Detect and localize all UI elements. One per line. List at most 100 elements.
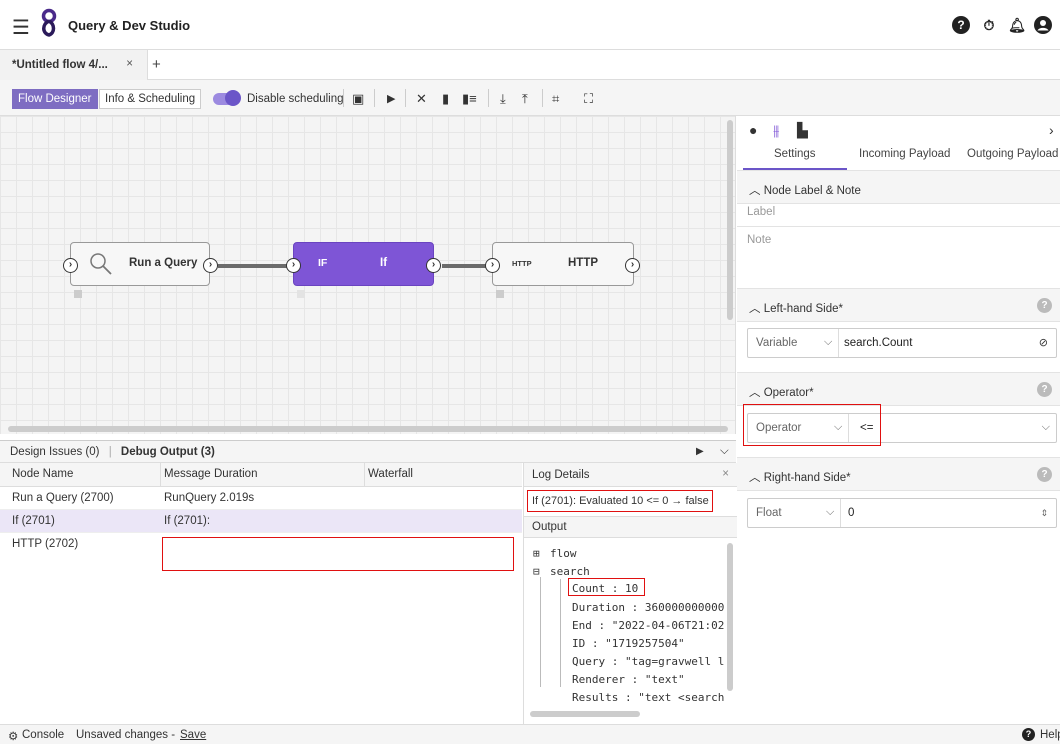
highlight-box: [162, 537, 514, 571]
flow-toolbar: Flow Designer Info & Scheduling Disable …: [0, 80, 1060, 116]
note-icon[interactable]: [496, 290, 504, 298]
highlight-box: [568, 578, 645, 596]
save-icon[interactable]: ▣: [352, 91, 364, 107]
node-http[interactable]: HTTP HTTP: [492, 242, 634, 286]
tab-settings[interactable]: Settings: [774, 148, 816, 160]
clear-icon[interactable]: ✕: [416, 91, 427, 107]
help-icon[interactable]: ?: [1037, 382, 1052, 397]
palette-icon[interactable]: ●: [749, 122, 757, 138]
log-details-title: Log Details: [532, 469, 590, 481]
stepper-icon[interactable]: ⇕: [1040, 508, 1048, 519]
bell-icon[interactable]: 🔔︎: [1008, 16, 1026, 34]
help-icon[interactable]: ?: [1037, 467, 1052, 482]
chevron-down-icon[interactable]: ⌵: [720, 445, 729, 458]
flow-canvas[interactable]: Run a Query › › IF If › › HTTP HTTP › ›: [0, 116, 736, 434]
node-name-cell: Run a Query (2700): [12, 492, 114, 504]
rhs-type-select[interactable]: Float: [756, 507, 782, 519]
unsaved-status: Unsaved changes -: [76, 729, 176, 741]
disable-scheduling-toggle[interactable]: [213, 90, 241, 106]
settings-sliders-icon[interactable]: ⫵: [773, 122, 779, 139]
chevron-down-icon[interactable]: ⌵: [824, 336, 832, 349]
debug-tabs: Design Issues (0) | Debug Output (3) ▶ ⌵: [0, 441, 736, 463]
eye-slash-icon[interactable]: ⊘: [1039, 336, 1048, 349]
node-input-port[interactable]: ›: [286, 258, 301, 273]
debug-table-header: Node Name Message Duration Waterfall: [0, 463, 522, 487]
rhs-field[interactable]: Float ⌵ 0 ⇕: [747, 498, 1057, 528]
node-run-a-query[interactable]: Run a Query: [70, 242, 210, 286]
tree-leaf: Duration : 360000000000: [572, 601, 725, 614]
http-icon: HTTP: [512, 259, 532, 268]
log-horizontal-scrollbar[interactable]: [530, 711, 640, 717]
section-title: Right-hand Side*: [763, 472, 851, 484]
chevron-right-icon[interactable]: ›: [1049, 122, 1054, 138]
lhs-type-select[interactable]: Variable: [756, 337, 797, 349]
lhs-section-header[interactable]: ︿ Left-hand Side* ?: [737, 288, 1060, 322]
tree-node-flow[interactable]: flow: [550, 547, 577, 560]
tab-close-icon[interactable]: ×: [126, 58, 133, 70]
run-icon[interactable]: ▶: [387, 92, 395, 105]
tab-design-issues[interactable]: Design Issues (0): [10, 446, 99, 458]
info-scheduling-button[interactable]: Info & Scheduling: [99, 89, 202, 109]
lhs-value-input[interactable]: search.Count: [844, 337, 912, 349]
flow-designer-button[interactable]: Flow Designer: [12, 89, 98, 109]
rhs-value-input[interactable]: 0: [848, 507, 854, 519]
tab-incoming-payload[interactable]: Incoming Payload: [859, 148, 950, 160]
log-vertical-scrollbar[interactable]: [727, 543, 733, 691]
tree-leaf: ID : "1719257504": [572, 637, 685, 650]
collapse-icon[interactable]: ⊟: [533, 565, 540, 578]
label-input[interactable]: Label: [747, 206, 775, 218]
connection-line[interactable]: [442, 264, 488, 268]
divider: [840, 499, 841, 527]
delete-icon[interactable]: ▮: [442, 91, 449, 107]
note-icon[interactable]: [74, 290, 82, 298]
canvas-horizontal-scrollbar[interactable]: [8, 426, 728, 432]
save-link[interactable]: Save: [180, 729, 206, 741]
fullscreen-icon[interactable]: ⛶: [584, 91, 593, 107]
divider: [364, 463, 365, 487]
tree-line: [540, 577, 541, 687]
user-icon[interactable]: [1034, 16, 1052, 34]
node-if[interactable]: IF If: [293, 242, 434, 286]
briefcase-icon[interactable]: ▙: [797, 122, 808, 139]
upload-icon[interactable]: ⤒: [522, 91, 528, 107]
rhs-section-header[interactable]: ︿ Right-hand Side* ?: [737, 457, 1060, 491]
menu-icon[interactable]: ☰: [12, 15, 30, 40]
node-output-port[interactable]: ›: [203, 258, 218, 273]
note-input[interactable]: Note: [747, 234, 771, 246]
node-label-section-header[interactable]: ︿ Node Label & Note: [737, 170, 1060, 204]
delete-all-icon[interactable]: ▮≡: [462, 91, 477, 107]
tab-debug-output[interactable]: Debug Output (3): [121, 446, 215, 458]
add-tab-button[interactable]: +: [152, 56, 161, 73]
table-row[interactable]: Run a Query (2700) RunQuery 2.019s: [0, 487, 522, 510]
close-icon[interactable]: ×: [722, 468, 729, 480]
tab-untitled-flow[interactable]: *Untitled flow 4/... ×: [0, 50, 148, 80]
help-icon[interactable]: ?: [1022, 728, 1035, 741]
connection-line[interactable]: [218, 264, 288, 268]
fit-view-icon[interactable]: ⌗: [552, 91, 559, 107]
tab-outgoing-payload[interactable]: Outgoing Payload: [967, 148, 1058, 160]
canvas-vertical-scrollbar[interactable]: [727, 120, 733, 320]
help-link[interactable]: Help: [1040, 729, 1060, 741]
operator-section-header[interactable]: ︿ Operator* ?: [737, 372, 1060, 406]
run-icon[interactable]: ▶: [696, 446, 704, 457]
node-input-port[interactable]: ›: [63, 258, 78, 273]
note-icon[interactable]: [297, 290, 305, 298]
help-icon[interactable]: ?: [1037, 298, 1052, 313]
node-output-port[interactable]: ›: [625, 258, 640, 273]
node-name-cell: If (2701): [12, 515, 55, 527]
node-input-port[interactable]: ›: [485, 258, 500, 273]
help-icon[interactable]: ?: [952, 16, 970, 34]
table-row[interactable]: If (2701) If (2701):: [0, 510, 522, 533]
console-button[interactable]: Console: [22, 729, 64, 741]
section-title: Operator*: [763, 387, 814, 399]
lhs-field[interactable]: Variable ⌵ search.Count ⊘: [747, 328, 1057, 358]
divider: [737, 226, 1060, 227]
node-output-port[interactable]: ›: [426, 258, 441, 273]
log-details-panel: Log Details × If (2701): Evaluated 10 <=…: [523, 463, 737, 725]
chevron-down-icon[interactable]: ⌵: [826, 506, 834, 519]
timer-icon[interactable]: ⏱: [980, 16, 998, 34]
chevron-down-icon[interactable]: ⌵: [1042, 421, 1050, 434]
download-icon[interactable]: ⤓: [500, 91, 506, 107]
expand-icon[interactable]: ⊞: [533, 547, 540, 560]
tree-node-search[interactable]: search: [550, 565, 590, 578]
